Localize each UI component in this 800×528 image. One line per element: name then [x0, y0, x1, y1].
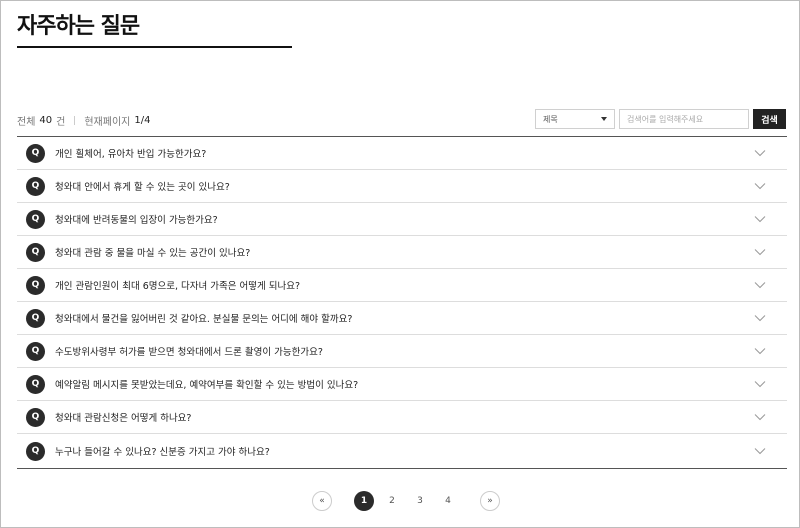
faq-item[interactable]: Q 청와대 안에서 휴게 할 수 있는 곳이 있나요? — [17, 170, 787, 203]
faq-item[interactable]: Q 청와대 관람 중 물을 마실 수 있는 공간이 있나요? — [17, 236, 787, 269]
faq-item[interactable]: Q 청와대에 반려동물의 입장이 가능한가요? — [17, 203, 787, 236]
faq-question: 개인 휠체어, 유아차 반입 가능한가요? — [55, 149, 207, 160]
faq-question: 수도방위사령부 허가를 받으면 청와대에서 드론 촬영이 가능한가요? — [55, 347, 323, 358]
q-badge: Q — [26, 374, 45, 394]
total-count: 40 — [39, 115, 53, 126]
chevron-down-icon[interactable] — [754, 413, 766, 421]
faq-question: 개인 관람인원이 최대 6명으로, 다자녀 가족은 어떻게 되나요? — [55, 281, 301, 292]
q-badge: Q — [26, 341, 45, 361]
chevron-down-icon[interactable] — [754, 182, 766, 190]
chevron-down-icon[interactable] — [754, 380, 766, 388]
search-field-select[interactable]: 제목 — [535, 109, 615, 129]
faq-question: 누구나 들어갈 수 있나요? 신분증 가지고 가야 하나요? — [55, 447, 270, 458]
faq-question: 청와대 관람 중 물을 마실 수 있는 공간이 있나요? — [55, 248, 251, 259]
chevron-down-icon[interactable] — [754, 281, 766, 289]
page-number-1[interactable]: 1 — [354, 491, 374, 511]
faq-item[interactable]: Q 청와대 관람신청은 어떻게 하나요? — [17, 401, 787, 434]
q-badge: Q — [26, 242, 45, 262]
faq-item[interactable]: Q 청와대에서 물건을 잃어버린 것 같아요. 분실물 문의는 어디에 해야 할… — [17, 302, 787, 335]
total-label: 전체 — [17, 117, 36, 128]
q-badge: Q — [26, 441, 45, 461]
chevron-down-icon[interactable] — [754, 314, 766, 322]
faq-question: 청와대 관람신청은 어떻게 하나요? — [55, 413, 192, 424]
q-badge: Q — [26, 308, 45, 328]
search-button[interactable]: 검색 — [753, 109, 786, 129]
search-input[interactable] — [619, 109, 749, 129]
faq-list: Q 개인 휠체어, 유아차 반입 가능한가요? Q 청와대 안에서 휴게 할 수… — [17, 136, 787, 469]
page-number-4[interactable]: 4 — [438, 491, 458, 511]
caret-down-icon — [601, 117, 607, 121]
chevron-down-icon[interactable] — [754, 248, 766, 256]
first-page-button[interactable]: « — [312, 491, 332, 511]
faq-question: 예약알림 메시지를 못받았는데요, 예약여부를 확인할 수 있는 방법이 있나요… — [55, 380, 359, 391]
search-bar: 제목 검색 — [535, 109, 786, 129]
faq-item[interactable]: Q 개인 관람인원이 최대 6명으로, 다자녀 가족은 어떻게 되나요? — [17, 269, 787, 302]
total-unit: 건 — [56, 117, 66, 128]
page-number-3[interactable]: 3 — [410, 491, 430, 511]
title-underline — [17, 46, 292, 48]
list-summary: 전체 40 건 현재페이지 1/4 — [17, 113, 150, 128]
q-badge: Q — [26, 407, 45, 427]
search-field-value: 제목 — [543, 114, 558, 124]
faq-question: 청와대에 반려동물의 입장이 가능한가요? — [55, 215, 218, 226]
chevron-down-icon[interactable] — [754, 447, 766, 455]
current-page-label: 현재페이지 — [84, 117, 131, 128]
chevron-down-icon[interactable] — [754, 347, 766, 355]
last-page-button[interactable]: » — [480, 491, 500, 511]
q-badge: Q — [26, 275, 45, 295]
summary-divider — [74, 116, 76, 125]
pagination: « 1 2 3 4 » — [1, 491, 799, 511]
faq-item[interactable]: Q 예약알림 메시지를 못받았는데요, 예약여부를 확인할 수 있는 방법이 있… — [17, 368, 787, 401]
q-badge: Q — [26, 176, 45, 196]
chevron-down-icon[interactable] — [754, 149, 766, 157]
chevron-down-icon[interactable] — [754, 215, 766, 223]
faq-question: 청와대 안에서 휴게 할 수 있는 곳이 있나요? — [55, 182, 230, 193]
q-badge: Q — [26, 209, 45, 229]
faq-item[interactable]: Q 누구나 들어갈 수 있나요? 신분증 가지고 가야 하나요? — [17, 434, 787, 468]
q-badge: Q — [26, 143, 45, 163]
page-title: 자주하는 질문 — [17, 14, 140, 39]
faq-question: 청와대에서 물건을 잃어버린 것 같아요. 분실물 문의는 어디에 해야 할까요… — [55, 314, 353, 325]
faq-item[interactable]: Q 수도방위사령부 허가를 받으면 청와대에서 드론 촬영이 가능한가요? — [17, 335, 787, 368]
faq-item[interactable]: Q 개인 휠체어, 유아차 반입 가능한가요? — [17, 137, 787, 170]
page-number-2[interactable]: 2 — [382, 491, 402, 511]
current-page-value: 1/4 — [134, 115, 151, 126]
